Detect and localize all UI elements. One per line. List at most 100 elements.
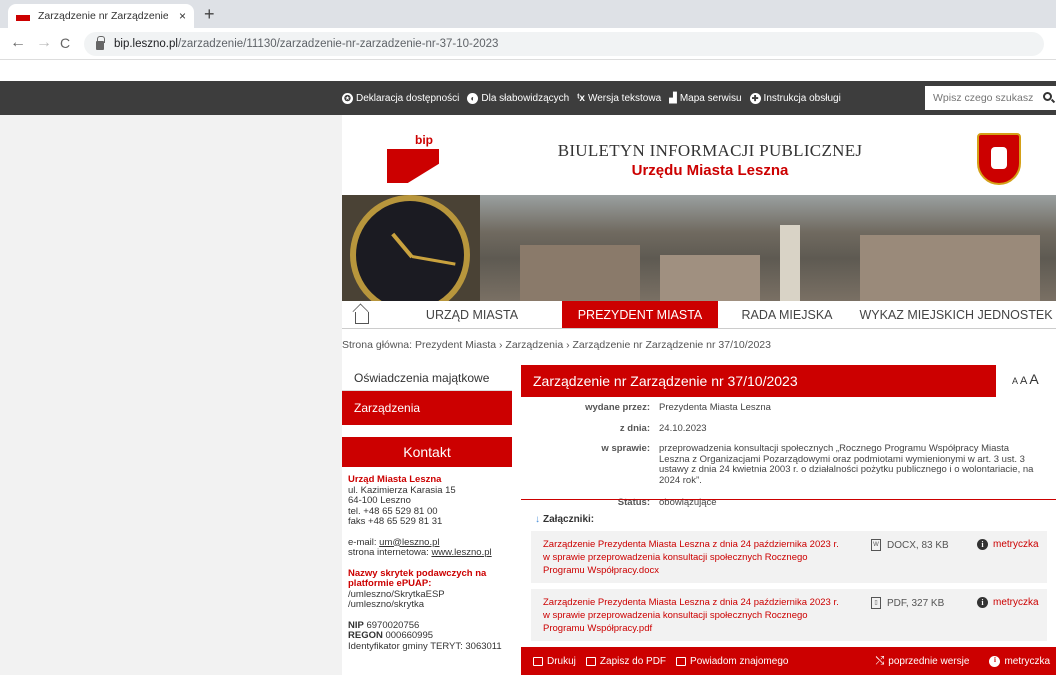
forward-arrow-icon[interactable]: →	[36, 34, 52, 52]
notify-friend-button[interactable]: Powiadom znajomego	[676, 656, 788, 667]
attachment-link[interactable]: Zarządzenie Prezydenta Miasta Leszna z d…	[543, 538, 843, 577]
search-input[interactable]	[933, 92, 1033, 104]
teryt-value: Identyfikator gminy TERYT: 3063011	[348, 640, 502, 652]
attachment-filetype: W DOCX, 83 KB	[871, 539, 949, 551]
url-field[interactable]: bip.leszno.pl/zarzadzenie/11130/zarzadze…	[84, 32, 1044, 56]
metryczka-label: metryczka	[993, 597, 1039, 608]
low-vision-label: Dla słabowidzących	[481, 92, 570, 104]
menu-item-wykaz-jednostek[interactable]: WYKAZ MIEJSKICH JEDNOSTEK	[856, 301, 1056, 328]
font-large-button[interactable]: A	[1029, 371, 1038, 387]
home-icon	[355, 311, 369, 324]
pdf-icon	[585, 656, 596, 666]
sidebar-item-zarzadzenia[interactable]: Zarządzenia	[342, 391, 512, 425]
save-pdf-button[interactable]: Zapisz do PDF	[585, 655, 667, 667]
menu-item-urzad-miasta[interactable]: URZĄD MIASTA	[382, 301, 562, 328]
meta-value-date: 24.10.2023	[659, 422, 707, 434]
text-version-link[interactable]: ᵗx Wersja tekstowa	[577, 93, 661, 104]
accessibility-declaration-link[interactable]: ✪ Deklaracja dostępności	[342, 92, 460, 104]
reload-icon[interactable]: C	[60, 34, 70, 52]
contact-box: Urząd Miasta Leszna ul. Kazimierza Karas…	[342, 467, 512, 675]
epuap-box-2: /umleszno/skrytka	[348, 599, 425, 610]
document-actions-bar: Drukuj Zapisz do PDF Powiadom znajomego …	[521, 647, 1056, 675]
contact-fax: faks +48 65 529 81 31	[348, 516, 443, 527]
regon-value: 000660995	[382, 630, 434, 641]
attachment-link[interactable]: Zarządzenie Prezydenta Miasta Leszna z d…	[543, 596, 843, 635]
meta-label-subject: w sprawie:	[601, 443, 650, 454]
menu-item-rada-miejska[interactable]: RADA MIEJSKA	[718, 301, 856, 328]
tab-title: Zarządzenie nr Zarządzenie nr 3	[38, 10, 168, 22]
new-tab-button[interactable]: +	[204, 4, 215, 24]
help-link[interactable]: ✚ Instrukcja obsługi	[749, 92, 841, 104]
metryczka-label: metryczka	[993, 539, 1039, 550]
text-version-icon: ᵗx	[577, 92, 585, 104]
site-title: BIULETYN INFORMACJI PUBLICZNEJ	[557, 141, 863, 160]
attachment-filetype: ▯ PDF, 327 KB	[871, 597, 944, 609]
info-icon: i	[977, 539, 988, 550]
text-version-label: Wersja tekstowa	[587, 92, 662, 104]
meta-value-issuer: Prezydenta Miasta Leszna	[659, 402, 771, 413]
accessibility-icon: ✪	[342, 92, 353, 104]
sitemap-icon: ▟	[669, 92, 677, 104]
left-background-panel	[0, 115, 342, 675]
menu-item-prezydent-miasta[interactable]: PREZYDENT MIASTA	[562, 301, 718, 328]
attachments-heading: Załączniki:	[543, 514, 595, 525]
attachment-row: Zarządzenie Prezydenta Miasta Leszna z d…	[531, 531, 1047, 583]
meta-label-date: z dnia:	[619, 422, 650, 434]
city-crest-icon	[977, 133, 1021, 185]
email-link[interactable]: um@leszno.pl	[379, 537, 439, 548]
bip-logo[interactable]: bip	[387, 131, 439, 185]
print-button[interactable]: Drukuj	[533, 656, 576, 667]
site-header: bip BIULETYN INFORMACJI PUBLICZNEJ Urzęd…	[342, 115, 1056, 195]
url-domain: bip.leszno.pl	[114, 38, 178, 50]
web-page: ✪ Deklaracja dostępności ◐ Dla słabowidząc…	[0, 61, 1056, 675]
arrow-down-icon: ↓	[535, 514, 540, 525]
tab-close-icon[interactable]: ×	[179, 9, 186, 23]
font-small-button[interactable]: A	[1012, 376, 1018, 386]
document-metadata: wydane przez: Prezydenta Miasta Leszna z …	[521, 397, 1056, 509]
breadcrumb[interactable]: Strona główna: Prezydent Miasta › Zarząd…	[342, 339, 771, 351]
help-label: Instrukcja obsługi	[763, 92, 841, 104]
info-icon: i	[989, 655, 1001, 667]
nip-value: 6970020756	[363, 619, 420, 631]
attachment-row: Zarządzenie Prezydenta Miasta Leszna z d…	[531, 589, 1047, 641]
previous-versions-button[interactable]: ⤭ poprzednie wersje	[875, 655, 969, 668]
sitemap-link[interactable]: ▟ Mapa serwisu	[669, 93, 741, 104]
print-label: Drukuj	[547, 655, 576, 667]
accessibility-declaration-label: Deklaracja dostępności	[356, 92, 460, 104]
contrast-icon: ◐	[467, 92, 479, 104]
metryczka-link[interactable]: i metryczka	[977, 539, 1039, 550]
low-vision-link[interactable]: ◐ Dla słabowidzących	[467, 92, 570, 104]
lock-icon	[96, 35, 105, 50]
main-menu: URZĄD MIASTA PREZYDENT MIASTA RADA MIEJS…	[342, 301, 1056, 329]
www-link[interactable]: www.leszno.pl	[431, 547, 491, 558]
print-icon	[533, 656, 543, 666]
contact-heading: Kontakt	[342, 437, 512, 467]
back-arrow-icon[interactable]: ←	[10, 34, 26, 52]
envelope-icon	[676, 656, 687, 666]
regon-label: REGON	[348, 630, 383, 641]
home-button[interactable]	[342, 301, 382, 328]
search-icon[interactable]	[1043, 92, 1052, 101]
sitemap-label: Mapa serwisu	[679, 92, 742, 104]
header-banner-image	[342, 195, 1056, 301]
browser-tab[interactable]: Zarządzenie nr Zarządzenie nr 3 ×	[8, 4, 194, 28]
footer-metryczka-button[interactable]: i metryczka	[989, 655, 1050, 668]
search-box	[925, 86, 1056, 110]
city-aerial-image	[480, 195, 1056, 301]
address-bar: ← → C bip.leszno.pl/zarzadzenie/11130/za…	[0, 28, 1056, 60]
page-title: Zarządzenie nr Zarządzenie nr 37/10/2023	[521, 365, 996, 397]
site-favicon-icon	[16, 11, 30, 21]
attachment-filesize: DOCX, 83 KB	[887, 539, 949, 551]
contact-org: Urząd Miasta Leszna	[348, 474, 442, 485]
docx-file-icon: W	[871, 539, 881, 551]
epuap-heading: Nazwy skrytek podawczych na platformie e…	[348, 567, 487, 589]
site-subtitle: Urzędu Miasta Leszna	[631, 162, 789, 179]
font-medium-button[interactable]: A	[1020, 375, 1027, 387]
meta-label-issuer: wydane przez:	[585, 402, 650, 413]
sidebar-item-oswiadczenia[interactable]: Oświadczenia majątkowe	[342, 365, 512, 391]
save-pdf-label: Zapisz do PDF	[599, 655, 667, 667]
attachments-section: ↓ Załączniki: Zarządzenie Prezydenta Mias…	[521, 499, 1056, 647]
info-icon: i	[977, 597, 988, 608]
browser-tabbar: Zarządzenie nr Zarządzenie nr 3 × +	[0, 0, 1056, 28]
metryczka-link[interactable]: i metryczka	[977, 597, 1039, 608]
